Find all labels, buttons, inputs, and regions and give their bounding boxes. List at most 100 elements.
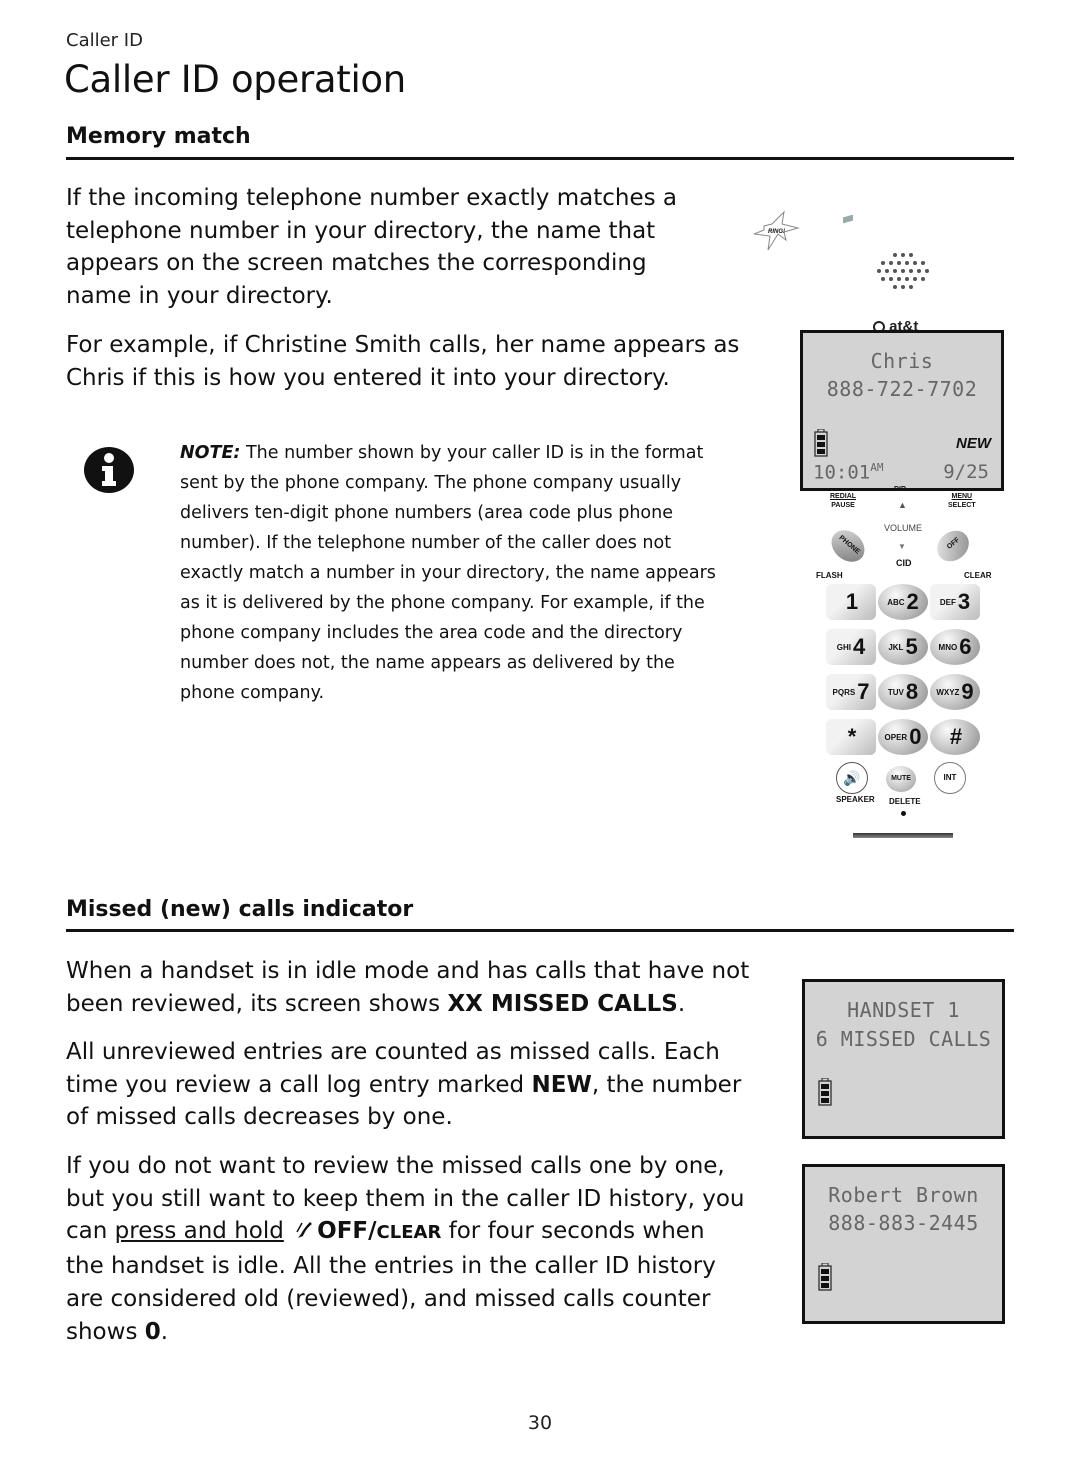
digit-letters: PQRS	[832, 687, 856, 697]
volume-label: VOLUME	[884, 523, 923, 533]
text-line: telephone number in your directory, the …	[66, 217, 656, 244]
screen-missed-calls-count: 6 MISSED CALLS	[815, 1027, 992, 1051]
text-line: All unreviewed entries are counted as mi…	[66, 1039, 720, 1065]
digit-key[interactable]: TUV 8	[878, 674, 928, 710]
text-line: If the incoming telephone number exactly…	[66, 185, 677, 211]
section-heading-memory-match: Memory match	[66, 124, 251, 149]
text: can	[66, 1218, 115, 1245]
digit-key[interactable]: 1	[826, 584, 876, 620]
digit-key[interactable]: JKL 5	[878, 629, 928, 665]
digit-key[interactable]: OPER 0	[878, 719, 928, 755]
caller-entry-screen: Robert Brown 888-883-2445	[802, 1164, 1005, 1324]
screen-caller-number: 888-883-2445	[828, 1211, 979, 1235]
clear-key-label: CLEAR	[376, 1222, 442, 1244]
delete-label: DELETE	[889, 797, 921, 806]
note-line: exactly match a number in your directory…	[180, 563, 716, 583]
down-arrow-icon[interactable]: ▼	[898, 542, 906, 551]
section-divider	[66, 157, 1014, 160]
new-indicator: NEW	[956, 435, 991, 452]
breadcrumb: Caller ID	[66, 30, 143, 51]
digit-number: *	[847, 724, 857, 749]
digit-key[interactable]: #	[930, 719, 980, 755]
up-arrow-icon[interactable]: ▲	[898, 500, 907, 510]
note-block: NOTE: The number shown by your caller ID…	[180, 438, 780, 708]
missed-calls-paragraph-1: When a handset is in idle mode and has c…	[66, 955, 806, 1020]
text: , the number	[591, 1071, 742, 1098]
speaker-icon: 🔊	[843, 770, 861, 786]
clear-label: CLEAR	[964, 571, 992, 580]
speaker-key[interactable]: 🔊	[836, 762, 868, 794]
phone-off-icon	[296, 1222, 313, 1239]
phone-key[interactable]: PHONE	[825, 523, 871, 569]
text-line: Chris if this is how you entered it into…	[66, 364, 670, 391]
digit-letters: ABC	[887, 597, 905, 607]
off-label: OFF	[945, 536, 962, 551]
digit-letters: OPER	[884, 732, 908, 742]
text-line: been reviewed, its screen shows XX MISSE…	[66, 988, 806, 1021]
missed-calls-term: XX MISSED CALLS	[447, 990, 678, 1017]
text-line: the handset is idle. All the entries in …	[66, 1253, 716, 1280]
dir-key[interactable]: DIR	[894, 486, 906, 493]
note-line: as it is delivered by the phone company.…	[180, 593, 705, 613]
memory-match-paragraph-1: If the incoming telephone number exactly…	[66, 182, 746, 313]
page-title: Caller ID operation	[64, 58, 406, 101]
light-indicator	[843, 214, 853, 224]
flash-label: FLASH	[816, 571, 843, 580]
memory-match-paragraph-2: For example, if Christine Smith calls, h…	[66, 329, 786, 394]
digit-letters: JKL	[888, 642, 904, 652]
screen-time: 10:01AM	[813, 461, 883, 483]
screen-caller-number: 888-722-7702	[826, 377, 978, 401]
text-line: If you do not want to review the missed …	[66, 1153, 725, 1179]
digit-number: 5	[905, 634, 918, 659]
ring-burst-icon: RING!	[752, 210, 802, 256]
digit-key[interactable]: GHI 4	[826, 629, 876, 665]
note-text: The number shown by your caller ID is in…	[240, 443, 704, 463]
digit-key[interactable]: MNO 6	[930, 629, 980, 665]
digit-number: 0	[909, 724, 922, 749]
note-label: NOTE:	[180, 443, 241, 463]
off-key[interactable]: OFF	[930, 524, 976, 568]
missed-calls-paragraph-2: All unreviewed entries are counted as mi…	[66, 1036, 806, 1134]
intercom-key[interactable]: INT	[934, 762, 966, 794]
cid-label: CID	[896, 558, 912, 568]
digit-number: 4	[852, 634, 866, 659]
digit-key[interactable]: ABC 2	[878, 584, 928, 620]
mute-key[interactable]: MUTE	[886, 766, 916, 792]
text: been reviewed, its screen shows	[66, 990, 448, 1017]
text-line: appears on the screen matches the corres…	[66, 250, 647, 277]
note-line: phone company includes the area code and…	[180, 623, 683, 643]
digit-number: #	[949, 724, 963, 749]
digit-key[interactable]: WXYZ 9	[930, 674, 980, 710]
digit-letters: DEF	[939, 597, 956, 607]
digit-key[interactable]: DEF 3	[930, 584, 980, 620]
digit-key[interactable]: PQRS 7	[826, 674, 876, 710]
menu-select-key[interactable]: MENU SELECT	[948, 492, 976, 510]
phone-label: PHONE	[837, 534, 862, 556]
text-line: time you review a call log entry marked …	[66, 1069, 806, 1102]
digit-key[interactable]: *	[826, 719, 876, 755]
text-line: of missed calls decreases by one.	[66, 1104, 453, 1131]
handset-screen: Chris 888-722-7702 NEW 10:01AM 9/25	[800, 330, 1004, 491]
redial-pause-key[interactable]: REDIAL PAUSE	[830, 492, 856, 510]
select-label: SELECT	[948, 502, 976, 509]
press-and-hold-link[interactable]: press and hold	[115, 1218, 284, 1244]
digit-letters: TUV	[887, 687, 904, 697]
handset-keypad: REDIAL PAUSE DIR ▲ MENU SELECT VOLUME PH…	[800, 486, 1000, 840]
text: time you review a call log entry marked	[66, 1071, 532, 1098]
text: .	[677, 990, 686, 1017]
speaker-label: SPEAKER	[836, 795, 875, 804]
digit-number: 1	[845, 589, 859, 614]
battery-icon	[818, 1263, 832, 1291]
battery-icon	[818, 1078, 832, 1106]
digit-letters: MNO	[938, 642, 958, 652]
text: shows	[66, 1318, 145, 1345]
time-value: 10:01	[813, 461, 871, 484]
info-icon	[84, 447, 134, 493]
section-heading-missed-calls: Missed (new) calls indicator	[66, 897, 414, 922]
handset-base-edge	[853, 833, 953, 838]
digit-letters: GHI	[836, 642, 851, 652]
digit-number: 2	[906, 589, 919, 614]
pause-label: PAUSE	[831, 502, 855, 509]
am-pm: AM	[870, 461, 884, 474]
note-line: number does not, the name appears as del…	[180, 653, 675, 673]
